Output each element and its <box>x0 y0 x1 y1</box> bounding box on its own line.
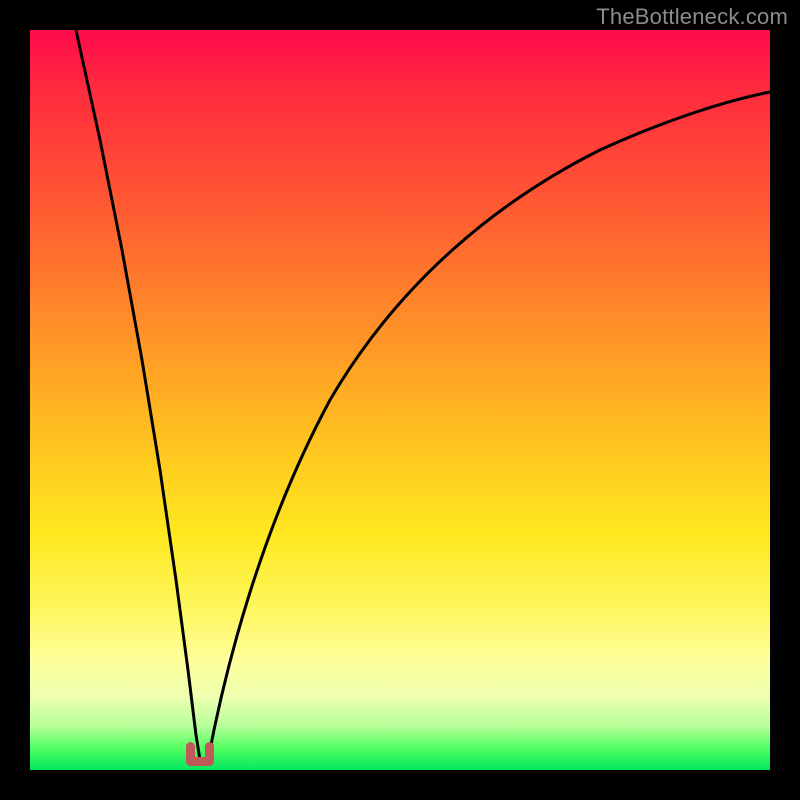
curve-right-branch <box>208 92 770 760</box>
plot-area <box>30 30 770 770</box>
bottleneck-marker <box>186 742 214 766</box>
bottleneck-curves <box>30 30 770 770</box>
chart-frame: TheBottleneck.com <box>0 0 800 800</box>
watermark-text: TheBottleneck.com <box>596 4 788 30</box>
curve-left-branch <box>76 30 200 760</box>
